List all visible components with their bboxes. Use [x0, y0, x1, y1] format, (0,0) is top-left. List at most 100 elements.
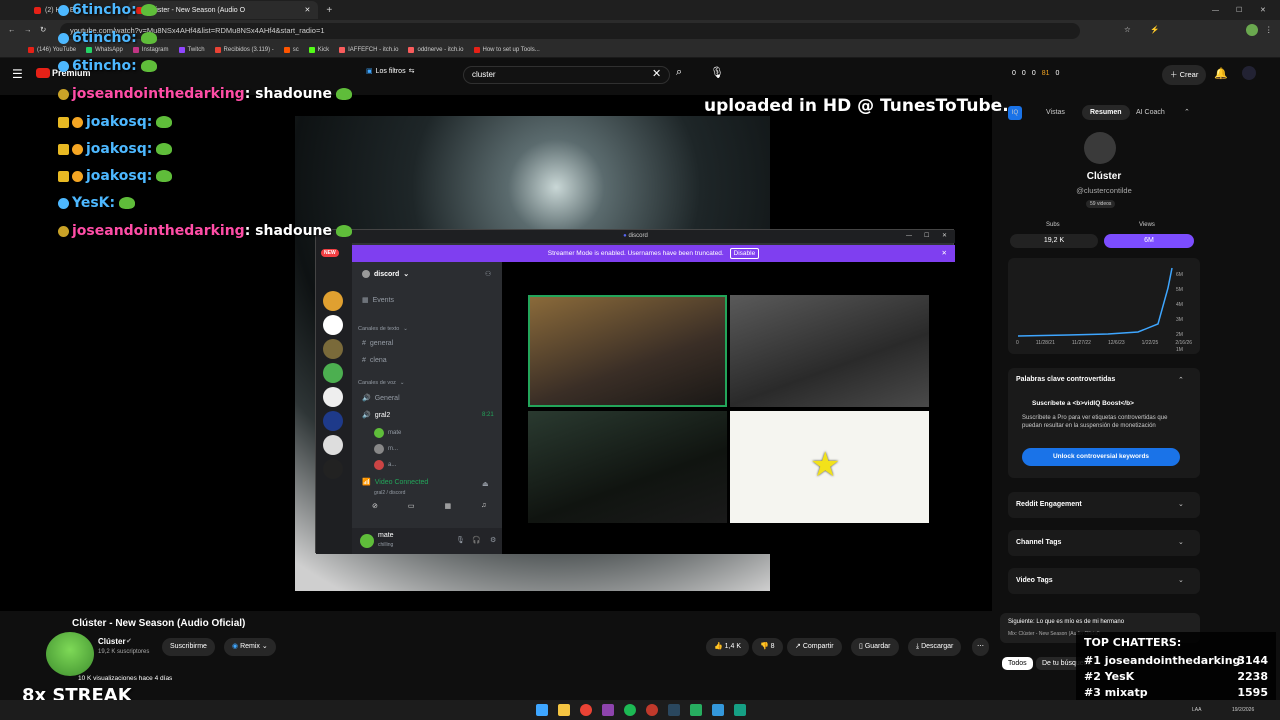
filters-button[interactable]: ▣ Los filtros ⇆ [366, 67, 414, 76]
profile-icon[interactable] [1246, 24, 1258, 36]
download-button[interactable]: ⤓ Descargar [908, 638, 962, 656]
bookmark-item[interactable]: How to set up Tools... [473, 46, 540, 53]
url-field[interactable]: youtube.com/watch?v=Mu8NSx4AHf4&list=RDM… [60, 23, 1080, 39]
app-icon[interactable] [712, 704, 724, 716]
account-avatar[interactable] [1242, 66, 1256, 80]
reload-icon[interactable]: ↻ [40, 25, 46, 34]
microphone-icon[interactable]: 🎙 [456, 536, 465, 544]
bookmark-item[interactable]: (146) YouTube [28, 46, 76, 53]
maximize-window-icon[interactable]: ☐ [1236, 6, 1242, 14]
server-icon[interactable] [323, 459, 343, 479]
add-member-icon[interactable]: ⚇ [485, 270, 491, 278]
language-indicator[interactable]: LAA [1192, 707, 1201, 713]
voice-user[interactable]: m... [374, 444, 398, 454]
bookmark-item[interactable]: oddnerve - itch.io [408, 46, 464, 53]
minimize-window-icon[interactable]: — [1212, 7, 1219, 14]
keywords-title[interactable]: Palabras clave controvertidas [1016, 376, 1115, 383]
video-tile[interactable] [528, 411, 727, 523]
bookmark-item[interactable]: Kick [308, 46, 329, 53]
bookmark-item[interactable]: WhatsApp [86, 46, 123, 53]
remix-button[interactable]: ◉ Remix ⌄ [224, 638, 276, 656]
search-icon[interactable]: ⌕ [676, 66, 682, 79]
back-icon[interactable]: ← [8, 25, 16, 34]
microphone-icon[interactable]: 🎙 [710, 66, 724, 79]
screen-share-icon[interactable]: ▭ [408, 502, 415, 510]
bookmark-item[interactable]: sc [283, 46, 299, 53]
soundboard-icon[interactable]: ♫ [481, 502, 486, 510]
discord-close-icon[interactable]: ✕ [942, 230, 947, 243]
subs-value[interactable]: 19,2 K [1010, 234, 1098, 248]
bookmark-item[interactable]: Recibidos (3.119) - [214, 46, 274, 53]
disconnect-icon[interactable]: ⏏ [482, 480, 489, 488]
disable-streamer-mode-button[interactable]: Disable [729, 248, 760, 259]
server-icon[interactable] [323, 387, 343, 407]
views-value[interactable]: 6M [1104, 234, 1194, 248]
channel-clena[interactable]: # clena [362, 357, 387, 364]
close-tab-icon[interactable]: ✕ [305, 6, 311, 14]
voice-user[interactable]: a... [374, 460, 396, 470]
voice-channel-general[interactable]: 🔊 General [362, 394, 400, 403]
video-tile[interactable] [528, 295, 727, 407]
video-tile[interactable]: ★ [730, 411, 929, 523]
subscribe-button[interactable]: Suscribirme [162, 638, 215, 656]
share-button[interactable]: ↗ Compartir [787, 638, 842, 656]
bookmark-item[interactable]: Instagram [132, 46, 169, 53]
server-icon[interactable] [323, 363, 343, 383]
settings-gear-icon[interactable]: ⚙ [490, 536, 496, 544]
menu-dots-icon[interactable]: ⋮ [1265, 25, 1273, 34]
activities-icon[interactable]: ▦ [445, 502, 452, 510]
banner-close-icon[interactable]: ✕ [942, 245, 947, 262]
tab-ai-coach[interactable]: AI Coach [1136, 109, 1165, 116]
app-icon[interactable] [734, 704, 746, 716]
extensions-icon[interactable]: ⚡ [1150, 25, 1159, 34]
channel-general[interactable]: # general [362, 340, 393, 347]
app-icon[interactable] [646, 704, 658, 716]
video-tile[interactable] [730, 295, 929, 407]
server-icon[interactable] [323, 291, 343, 311]
steam-icon[interactable] [668, 704, 680, 716]
close-window-icon[interactable]: ✕ [1260, 6, 1266, 14]
create-button[interactable]: ＋ Crear [1162, 65, 1207, 85]
clock-date[interactable]: 19/2/2026 [1232, 707, 1254, 713]
forward-icon[interactable]: → [24, 25, 32, 34]
spotify-icon[interactable] [624, 704, 636, 716]
browser-icon[interactable] [580, 704, 592, 716]
headphones-icon[interactable]: 🎧 [472, 536, 481, 544]
unlock-keywords-button[interactable]: Unlock controversial keywords [1022, 448, 1180, 466]
events-item[interactable]: ▦ Events [362, 296, 394, 305]
discord-minimize-icon[interactable]: — [906, 230, 912, 243]
channel-avatar[interactable] [46, 632, 94, 676]
more-actions-button[interactable]: ⋯ [972, 638, 989, 656]
chip-todos[interactable]: Todos [1002, 657, 1033, 670]
tab-vistas[interactable]: Vistas [1046, 109, 1065, 116]
text-channels-section[interactable]: Canales de texto ⌄ [358, 326, 408, 332]
channel-name[interactable]: Clúster [98, 637, 126, 646]
browser-tab-active[interactable]: Clúster - New Season (Audio O ✕ [128, 1, 319, 19]
server-icon[interactable] [323, 339, 343, 359]
bookmark-item[interactable]: Twitch [178, 46, 205, 53]
save-button[interactable]: ▯ Guardar [851, 638, 899, 656]
bookmark-item[interactable]: IAFFEFCH - itch.io [339, 46, 398, 53]
notifications-bell-icon[interactable]: 🔔 [1214, 67, 1228, 80]
channel-tags-section[interactable]: Channel Tags ⌄ [1008, 530, 1200, 556]
voice-channel-gral2[interactable]: 🔊 gral2 [362, 411, 390, 420]
video-tags-section[interactable]: Video Tags ⌄ [1008, 568, 1200, 594]
search-input[interactable]: cluster [463, 66, 670, 84]
server-icon[interactable] [323, 435, 343, 455]
server-icon[interactable] [323, 315, 343, 335]
collapse-icon[interactable]: ⌃ [1184, 108, 1190, 116]
voice-channels-section[interactable]: Canales de voz ⌄ [358, 380, 405, 386]
windows-start-icon[interactable] [536, 704, 548, 716]
tab-resumen[interactable]: Resumen [1082, 105, 1130, 120]
app-icon[interactable] [602, 704, 614, 716]
clear-search-icon[interactable]: ✕ [652, 67, 661, 80]
reddit-engagement-section[interactable]: Reddit Engagement ⌄ [1008, 492, 1200, 518]
file-explorer-icon[interactable] [558, 704, 570, 716]
like-button[interactable]: 👍 1,4 K [706, 638, 750, 656]
hamburger-menu-icon[interactable]: ☰ [12, 67, 23, 81]
dislike-button[interactable]: 👎 8 [752, 638, 783, 656]
voice-user[interactable]: mate [374, 428, 401, 438]
new-tab-icon[interactable]: + [326, 5, 332, 16]
server-icon[interactable] [323, 411, 343, 431]
camera-off-icon[interactable]: ⊘ [372, 502, 378, 510]
